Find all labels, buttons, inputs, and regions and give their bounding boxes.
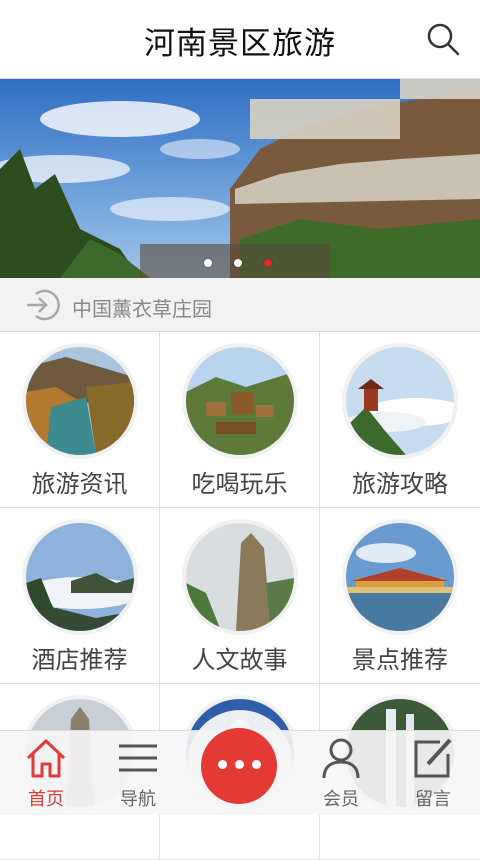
grid-item-label: 旅游攻略 bbox=[352, 470, 448, 498]
tab-label: 导航 bbox=[120, 789, 156, 810]
grid-item-label: 酒店推荐 bbox=[31, 646, 128, 674]
tab-message[interactable]: 留言 bbox=[393, 731, 473, 816]
user-icon bbox=[322, 738, 360, 779]
thumbnail-image bbox=[22, 519, 138, 635]
search-icon[interactable] bbox=[426, 22, 460, 56]
menu-icon bbox=[119, 744, 157, 772]
grid-item-attraction[interactable]: 景点推荐 bbox=[320, 508, 480, 684]
tab-label: 会员 bbox=[323, 789, 359, 810]
banner-image bbox=[0, 79, 480, 278]
tab-label: 首页 bbox=[28, 789, 64, 810]
tab-home[interactable]: 首页 bbox=[6, 731, 86, 816]
thumbnail-image bbox=[182, 519, 298, 635]
tab-label: 留言 bbox=[415, 789, 451, 810]
notice-text: 中国薰衣草庄园 bbox=[72, 297, 212, 321]
home-icon bbox=[26, 739, 66, 778]
grid-item-label: 旅游资讯 bbox=[31, 470, 128, 498]
thumbnail-image bbox=[182, 343, 298, 459]
app-header: 河南景区旅游 bbox=[0, 0, 480, 79]
more-button[interactable] bbox=[201, 728, 277, 804]
thumbnail-image bbox=[22, 343, 138, 459]
grid-item-food-fun[interactable]: 吃喝玩乐 bbox=[160, 332, 320, 508]
thumbnail-image bbox=[342, 343, 458, 459]
banner-carousel[interactable] bbox=[0, 79, 480, 278]
carousel-dot[interactable] bbox=[234, 259, 242, 267]
tab-member[interactable]: 会员 bbox=[301, 731, 381, 816]
login-arrow-icon bbox=[27, 289, 60, 321]
thumbnail-image bbox=[342, 519, 458, 635]
grid-item-label: 景点推荐 bbox=[352, 646, 448, 674]
grid-item-travel-news[interactable]: 旅游资讯 bbox=[0, 332, 160, 508]
page-title: 河南景区旅游 bbox=[144, 26, 336, 62]
grid-item-label: 人文故事 bbox=[191, 646, 288, 674]
edit-icon bbox=[414, 738, 452, 778]
notice-bar[interactable]: 中国薰衣草庄园 bbox=[0, 278, 480, 332]
grid-item-hotel[interactable]: 酒店推荐 bbox=[0, 508, 160, 684]
more-icon bbox=[201, 760, 277, 769]
carousel-dot-active[interactable] bbox=[264, 259, 272, 267]
carousel-indicator bbox=[204, 259, 272, 267]
grid-item-culture-story[interactable]: 人文故事 bbox=[160, 508, 320, 684]
grid-item-travel-guide[interactable]: 旅游攻略 bbox=[320, 332, 480, 508]
tab-navigation[interactable]: 导航 bbox=[98, 731, 178, 816]
grid-item-label: 吃喝玩乐 bbox=[191, 470, 288, 498]
carousel-dot[interactable] bbox=[204, 259, 212, 267]
